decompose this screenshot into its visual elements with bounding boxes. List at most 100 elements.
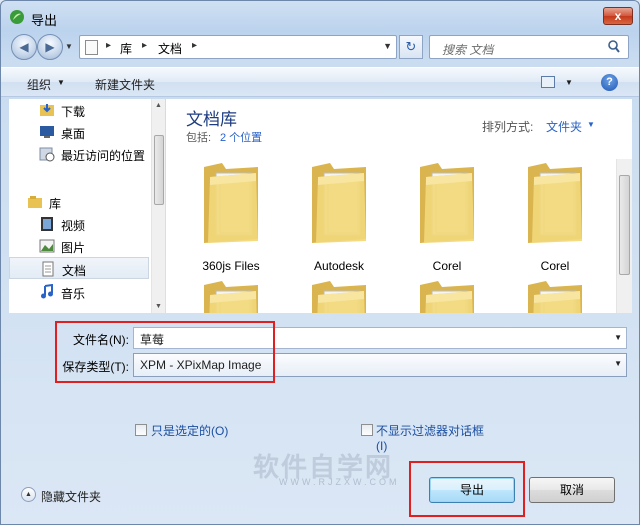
command-bar: 组织 ▼ 新建文件夹 ▼ ? <box>1 67 639 97</box>
nav-item-recent-places[interactable]: 最近访问的位置 <box>9 143 149 165</box>
chevron-right-icon[interactable]: ▸ <box>106 40 111 51</box>
file-list-pane: 文档库 包括: 2 个位置 排列方式: 文件夹 ▼ 360js Files Aut… <box>166 99 632 313</box>
library-title: 文档库 <box>186 110 237 129</box>
export-dialog: 导出 x ◀ ▶ ▼ ▸ 库 ▸ 文档 ▸ ▼ ↻ 搜索 文档 组织 ▼ 新建文… <box>0 0 640 525</box>
change-view-icon[interactable] <box>541 76 555 88</box>
watermark-url: WWW.RJZXW.COM <box>279 477 400 487</box>
recent-pages-dropdown-icon[interactable]: ▼ <box>65 42 75 52</box>
music-library-icon <box>41 284 53 299</box>
breadcrumb-documents[interactable]: 文档 <box>158 40 182 57</box>
title-bar: 导出 x <box>1 1 639 31</box>
nav-item-pictures[interactable]: 图片 <box>9 235 149 257</box>
organize-button[interactable]: 组织 <box>27 76 51 93</box>
folder-icon <box>420 163 474 243</box>
breadcrumb-libraries[interactable]: 库 <box>120 40 132 57</box>
chevron-right-icon[interactable]: ▸ <box>142 40 147 51</box>
search-box[interactable]: 搜索 文档 <box>429 35 629 59</box>
filename-value: 草莓 <box>140 333 165 347</box>
nav-item-label: 图片 <box>61 241 86 255</box>
folder-item[interactable] <box>294 277 384 313</box>
chevron-down-icon[interactable]: ▼ <box>587 120 595 129</box>
nav-item-label: 桌面 <box>61 127 86 141</box>
close-button[interactable]: x <box>603 7 633 25</box>
nav-scrollbar[interactable]: ▲ ▼ <box>151 99 165 313</box>
folder-icon <box>528 163 582 243</box>
folder-item[interactable]: 360js Files <box>186 159 276 279</box>
recent-places-icon <box>39 147 55 162</box>
search-icon[interactable] <box>606 39 622 55</box>
includes-label: 包括: <box>186 132 212 144</box>
filetype-value: XPM - XPixMap Image <box>140 358 262 372</box>
nav-item-label: 下载 <box>61 105 86 119</box>
filetype-select[interactable]: XPM - XPixMap Image ▼ <box>133 353 627 377</box>
address-bar[interactable]: ▸ 库 ▸ 文档 ▸ ▼ <box>79 35 397 59</box>
chevron-right-icon[interactable]: ▸ <box>192 40 197 51</box>
download-folder-icon <box>40 104 54 116</box>
cancel-button[interactable]: 取消 <box>529 477 615 503</box>
nav-item-label: 文档 <box>62 264 87 278</box>
coreldraw-app-icon <box>10 10 24 24</box>
nav-item-documents[interactable]: 文档 <box>9 257 149 279</box>
nav-item-videos[interactable]: 视频 <box>9 213 149 235</box>
scroll-up-icon[interactable]: ▲ <box>155 102 162 109</box>
chevron-down-icon[interactable]: ▼ <box>565 78 573 87</box>
selected-only-checkbox[interactable] <box>135 424 147 436</box>
folder-icon <box>420 281 474 313</box>
new-folder-button[interactable]: 新建文件夹 <box>95 76 155 93</box>
nav-item-label: 音乐 <box>61 287 86 301</box>
folder-icon <box>528 281 582 313</box>
content-scrollbar[interactable] <box>616 159 632 313</box>
chevron-down-icon[interactable]: ▼ <box>57 78 65 87</box>
folder-name: Autodesk <box>313 259 365 273</box>
folder-icon <box>204 281 258 313</box>
folder-name: Corel <box>540 259 570 273</box>
folder-item[interactable] <box>186 277 276 313</box>
libraries-icon <box>28 196 42 208</box>
forward-button[interactable]: ▶ <box>37 34 63 60</box>
nav-item-music[interactable]: 音乐 <box>9 281 149 303</box>
folder-item[interactable] <box>510 277 600 313</box>
chevron-down-icon[interactable]: ▼ <box>614 333 622 342</box>
nav-item-libraries[interactable]: 库 <box>9 191 149 213</box>
folder-icon <box>312 281 366 313</box>
folder-name: Corel <box>432 259 462 273</box>
scroll-down-icon[interactable]: ▼ <box>155 303 162 310</box>
locations-link[interactable]: 2 个位置 <box>220 129 262 145</box>
navigation-pane: 下载 桌面 最近访问的位置 库 视频 图片 文档 音乐 ▲ ▼ <box>9 99 165 313</box>
nav-item-label: 最近访问的位置 <box>61 149 146 163</box>
nav-item-desktop[interactable]: 桌面 <box>9 121 149 143</box>
pictures-library-icon <box>39 239 55 253</box>
nav-item-label: 视频 <box>61 219 86 233</box>
documents-library-icon <box>42 261 54 277</box>
chevron-up-icon[interactable]: ▲ <box>21 487 36 502</box>
scroll-thumb[interactable] <box>154 135 164 205</box>
video-library-icon <box>41 217 53 231</box>
no-filter-dialog-label[interactable]: 不显示过滤器对话框 <box>376 422 484 439</box>
folder-name: 360js Files <box>202 259 260 273</box>
folder-icon <box>312 163 366 243</box>
filename-label: 文件名(N): <box>73 333 129 347</box>
folder-item[interactable]: Autodesk <box>294 159 384 279</box>
no-filter-dialog-checkbox[interactable] <box>361 424 373 436</box>
folder-icon <box>204 163 258 243</box>
back-button[interactable]: ◀ <box>11 34 37 60</box>
address-dropdown-icon[interactable]: ▼ <box>383 41 392 51</box>
desktop-icon <box>40 126 54 138</box>
chevron-down-icon[interactable]: ▼ <box>614 359 622 368</box>
folder-item[interactable] <box>402 277 492 313</box>
library-icon <box>85 40 98 55</box>
export-button[interactable]: 导出 <box>429 477 515 503</box>
folder-item[interactable]: Corel <box>510 159 600 279</box>
nav-item-downloads[interactable]: 下载 <box>9 99 149 121</box>
scroll-thumb[interactable] <box>619 175 630 275</box>
help-button[interactable]: ? <box>601 74 618 91</box>
nav-item-label: 库 <box>49 197 62 211</box>
filetype-label: 保存类型(T): <box>62 360 129 374</box>
arrange-by-dropdown[interactable]: 文件夹 <box>546 118 582 135</box>
refresh-button[interactable]: ↻ <box>399 35 423 59</box>
folder-item[interactable]: Corel <box>402 159 492 279</box>
hide-folders-label[interactable]: 隐藏文件夹 <box>41 488 101 505</box>
filename-field[interactable]: 草莓 ▼ <box>133 327 627 349</box>
selected-only-label[interactable]: 只是选定的(O) <box>151 422 228 439</box>
window-title: 导出 <box>31 13 58 28</box>
